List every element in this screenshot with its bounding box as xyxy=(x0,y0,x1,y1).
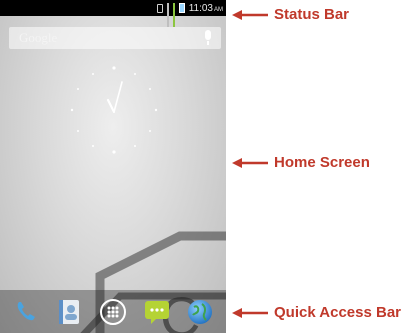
arrow-left-icon xyxy=(232,9,268,20)
status-time: 11:03AM xyxy=(188,2,223,14)
home-screen-annotation: Home Screen xyxy=(232,154,370,171)
signal-strength-2-icon xyxy=(172,3,175,27)
status-bar: 11:03AM xyxy=(0,0,226,27)
phone-icon[interactable] xyxy=(9,295,43,329)
contacts-icon[interactable] xyxy=(52,295,86,329)
quick-access-bar xyxy=(0,290,226,333)
quick-access-bar-annotation: Quick Access Bar xyxy=(232,304,401,321)
browser-icon[interactable] xyxy=(183,295,217,329)
quick-access-bar-label: Quick Access Bar xyxy=(274,304,402,321)
analog-clock-widget[interactable] xyxy=(66,62,162,158)
messaging-icon[interactable] xyxy=(140,295,174,329)
sim-card-icon xyxy=(156,3,163,13)
status-bar-label: Status Bar xyxy=(274,6,350,23)
home-screen-label: Home Screen xyxy=(274,154,370,171)
search-bar-label: Google xyxy=(19,30,58,45)
status-bar-annotation: Status Bar xyxy=(232,6,349,23)
microphone-icon[interactable] xyxy=(203,30,213,46)
arrow-left-icon xyxy=(232,307,268,318)
phone-screen: C 11:03AM Google xyxy=(0,0,226,333)
app-drawer-icon[interactable] xyxy=(96,295,130,329)
battery-icon xyxy=(178,3,185,13)
arrow-left-icon xyxy=(232,157,268,168)
signal-strength-icon xyxy=(166,3,169,27)
google-search-bar[interactable]: Google xyxy=(9,27,221,49)
